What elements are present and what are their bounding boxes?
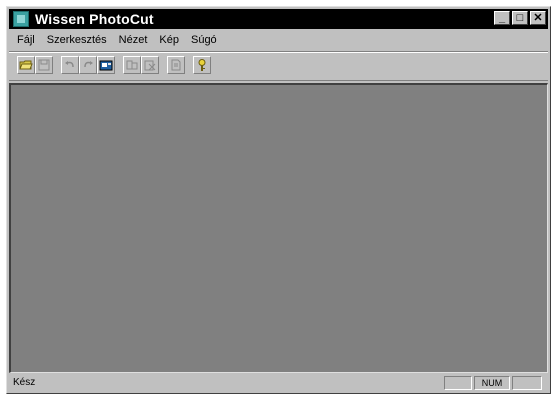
app-icon[interactable] — [13, 11, 29, 27]
menu-file[interactable]: Fájl — [9, 34, 41, 46]
menu-bar: Fájl Szerkesztés Nézet Kép Súgó — [9, 31, 548, 49]
toolbar — [9, 51, 548, 81]
undo-icon — [65, 61, 74, 68]
menu-help[interactable]: Súgó — [185, 34, 223, 46]
workspace-area[interactable] — [9, 83, 548, 373]
status-panel-num: NUM — [474, 376, 510, 390]
window-title: Wissen PhotoCut — [35, 11, 154, 27]
redo-button[interactable] — [79, 56, 97, 74]
menu-image[interactable]: Kép — [153, 34, 185, 46]
capture-button[interactable] — [97, 56, 115, 74]
minimize-button[interactable]: _ — [494, 11, 510, 25]
help-button[interactable] — [193, 56, 211, 74]
help-icon — [198, 59, 206, 71]
caption-buttons: _ □ ✕ — [494, 11, 546, 25]
close-button[interactable]: ✕ — [530, 11, 546, 25]
open-button[interactable] — [17, 56, 35, 74]
menu-view[interactable]: Nézet — [113, 34, 154, 46]
save-icon — [38, 59, 50, 71]
status-bar: Kész NUM — [9, 375, 548, 392]
redo-icon — [84, 61, 93, 68]
cut-button[interactable] — [123, 56, 141, 74]
open-folder-icon — [19, 60, 33, 70]
cut-icon — [126, 60, 138, 70]
undo-button[interactable] — [61, 56, 79, 74]
title-bar[interactable]: Wissen PhotoCut _ □ ✕ — [9, 9, 548, 29]
paste-button[interactable] — [141, 56, 159, 74]
save-button[interactable] — [35, 56, 53, 74]
maximize-button[interactable]: □ — [512, 11, 528, 25]
status-panel-scroll — [512, 376, 542, 390]
app-window: Wissen PhotoCut _ □ ✕ Fájl Szerkesztés N… — [6, 6, 551, 394]
capture-icon — [99, 60, 113, 71]
menu-edit[interactable]: Szerkesztés — [41, 34, 113, 46]
status-panel-caps — [444, 376, 472, 390]
page-button[interactable] — [167, 56, 185, 74]
status-text: Kész — [13, 377, 36, 388]
page-icon — [171, 59, 181, 71]
paste-icon — [144, 60, 156, 71]
